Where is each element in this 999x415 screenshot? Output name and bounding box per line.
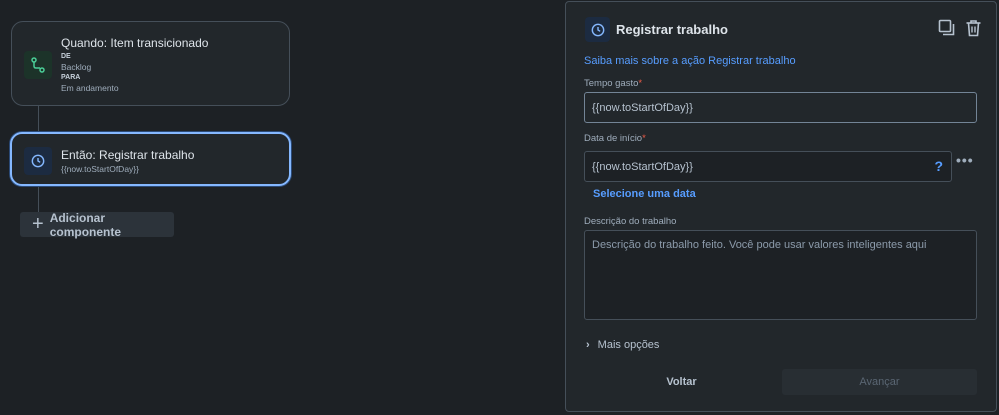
to-label: PARA bbox=[61, 74, 81, 81]
description-label: Descrição do trabalho bbox=[584, 216, 677, 227]
from-label: DE bbox=[61, 53, 71, 60]
description-placeholder: Descrição do trabalho feito. Você pode u… bbox=[592, 239, 927, 251]
description-textarea[interactable]: Descrição do trabalho feito. Você pode u… bbox=[584, 230, 977, 320]
start-date-label: Data de início* bbox=[584, 133, 646, 144]
connector-line bbox=[38, 187, 39, 212]
transition-icon bbox=[24, 51, 52, 79]
time-spent-label: Tempo gasto* bbox=[584, 78, 642, 89]
required-mark: * bbox=[638, 78, 643, 89]
more-options-label: Mais opções bbox=[597, 339, 660, 351]
connector-line bbox=[38, 106, 39, 132]
plus-icon: + bbox=[32, 212, 44, 235]
help-icon[interactable]: ? bbox=[934, 158, 943, 174]
time-spent-input[interactable]: {{now.toStartOfDay}} bbox=[584, 92, 977, 123]
action-node[interactable]: Então: Registrar trabalho {{now.toStartO… bbox=[10, 132, 291, 186]
add-component-label: Adicionar componente bbox=[49, 210, 122, 239]
next-button[interactable]: Avançar bbox=[782, 369, 977, 395]
add-component-button[interactable]: + Adicionar componente bbox=[20, 210, 174, 239]
learn-more-link[interactable]: Saiba mais sobre a ação Registrar trabal… bbox=[584, 55, 796, 67]
select-date-link[interactable]: Selecione uma data bbox=[593, 188, 696, 200]
from-value: Backlog bbox=[61, 62, 92, 72]
panel-actions bbox=[938, 19, 982, 37]
more-actions-icon[interactable]: ••• bbox=[956, 152, 974, 168]
duplicate-icon[interactable] bbox=[938, 19, 955, 37]
automation-canvas: Quando: Item transicionado DE Backlog PA… bbox=[0, 0, 560, 415]
action-config-panel: Registrar trabalho Saiba mais sobre a aç… bbox=[565, 1, 997, 412]
action-title: Então: Registrar trabalho bbox=[61, 148, 195, 162]
back-button[interactable]: Voltar bbox=[585, 369, 778, 395]
action-subtitle: {{now.toStartOfDay}} bbox=[61, 164, 139, 174]
panel-title: Registrar trabalho bbox=[616, 22, 728, 37]
time-spent-value: {{now.toStartOfDay}} bbox=[592, 101, 693, 114]
time-spent-label-text: Tempo gasto bbox=[584, 78, 639, 89]
trigger-title: Quando: Item transicionado bbox=[61, 36, 209, 50]
trigger-node[interactable]: Quando: Item transicionado DE Backlog PA… bbox=[11, 21, 290, 106]
clock-icon bbox=[24, 147, 52, 175]
more-options-toggle[interactable]: › Mais opções bbox=[586, 339, 659, 351]
chevron-right-icon: › bbox=[586, 339, 590, 351]
start-date-value: {{now.toStartOfDay}} bbox=[592, 160, 693, 173]
clock-icon bbox=[585, 17, 610, 42]
required-mark: * bbox=[642, 133, 646, 144]
to-value: Em andamento bbox=[61, 83, 119, 93]
start-date-input[interactable]: {{now.toStartOfDay}} ? bbox=[584, 151, 952, 182]
trash-icon[interactable] bbox=[965, 19, 982, 37]
start-date-label-text: Data de início bbox=[584, 133, 643, 144]
